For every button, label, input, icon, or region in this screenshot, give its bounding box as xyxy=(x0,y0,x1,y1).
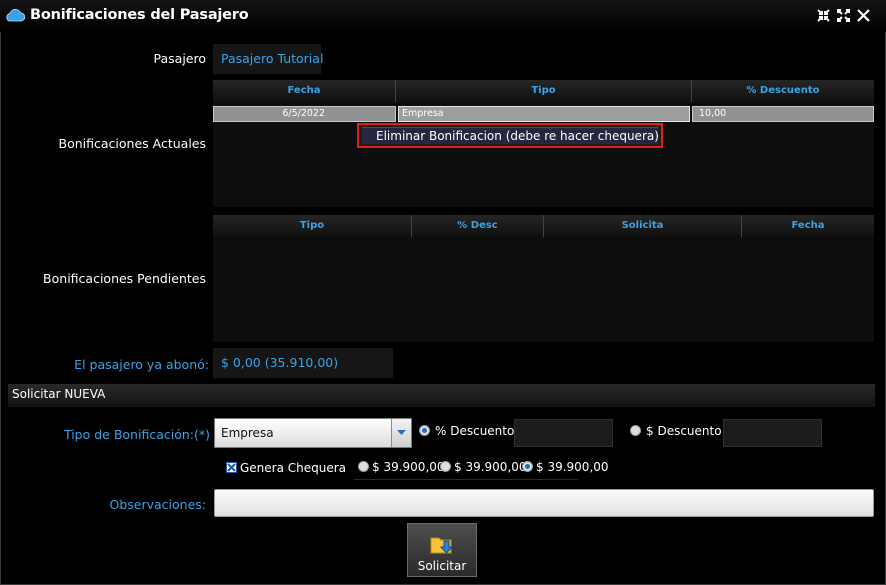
cell-descuento[interactable]: 10,00 xyxy=(692,106,874,122)
submit-button[interactable]: Solicitar xyxy=(407,523,477,577)
column-header-solicita[interactable]: Solicita xyxy=(544,215,742,237)
current-bonuses-label: Bonificaciones Actuales xyxy=(58,136,206,151)
maximize-icon[interactable] xyxy=(836,8,851,23)
window-title: Bonificaciones del Pasajero xyxy=(30,7,249,23)
column-header-fecha[interactable]: Fecha xyxy=(742,215,874,237)
passenger-value: Pasajero Tutorial xyxy=(213,44,323,74)
column-header-tipo[interactable]: Tipo xyxy=(396,80,692,102)
bonus-type-label: Tipo de Bonificación:(*) xyxy=(63,427,210,442)
amount-discount-radio[interactable] xyxy=(630,425,641,436)
pct-discount-radio[interactable] xyxy=(419,425,430,436)
section-header-new-request: Solicitar NUEVA xyxy=(8,384,875,407)
chevron-down-icon xyxy=(397,430,406,435)
cell-tipo[interactable]: Empresa xyxy=(398,106,690,122)
price-option-radio-3[interactable] xyxy=(522,461,533,472)
cell-fecha[interactable]: 6/5/2022 xyxy=(213,106,396,122)
observations-label: Observaciones: xyxy=(109,497,206,512)
amount-discount-input[interactable] xyxy=(723,419,822,447)
check-icon xyxy=(227,463,236,472)
paid-label: El pasajero ya abonó: xyxy=(74,357,209,372)
price-option-label-3: $ 39.900,00 xyxy=(536,460,609,474)
column-header-fecha[interactable]: Fecha xyxy=(213,80,396,102)
paid-value: $ 0,00 (35.910,00) xyxy=(213,348,393,378)
observations-input[interactable] xyxy=(214,489,874,517)
bonus-type-select[interactable]: Empresa xyxy=(214,418,412,448)
amount-discount-label: $ Descuento xyxy=(646,424,722,438)
price-option-radio-2[interactable] xyxy=(440,461,451,472)
column-header-tipo[interactable]: Tipo xyxy=(213,215,412,237)
bonus-type-value: Empresa xyxy=(221,426,274,440)
column-header-desc[interactable]: % Desc xyxy=(412,215,544,237)
column-header-descuento[interactable]: % Descuento xyxy=(692,80,874,102)
pending-bonuses-label: Bonificaciones Pendientes xyxy=(43,271,206,286)
dropdown-button[interactable] xyxy=(391,419,411,447)
passenger-label: Pasajero xyxy=(153,51,206,66)
pct-discount-input[interactable] xyxy=(514,419,613,447)
minimize-icon[interactable] xyxy=(816,8,831,23)
folder-arrow-icon xyxy=(430,537,454,554)
price-option-radio-1[interactable] xyxy=(358,461,369,472)
generate-checkbook-checkbox[interactable] xyxy=(226,462,237,473)
cloud-icon xyxy=(6,9,25,22)
submit-label: Solicitar xyxy=(417,559,467,573)
context-menu: Eliminar Bonificacion (debe re hacer che… xyxy=(357,123,663,148)
price-option-label-1: $ 39.900,00 xyxy=(372,460,445,474)
pct-discount-label: % Descuento xyxy=(435,424,515,438)
price-option-label-2: $ 39.900,00 xyxy=(454,460,527,474)
close-icon[interactable] xyxy=(856,8,871,23)
generate-checkbook-label: Genera Chequera xyxy=(240,461,347,475)
menu-item-delete-bonus[interactable]: Eliminar Bonificacion (debe re hacer che… xyxy=(362,127,659,144)
pending-bonuses-grid: Tipo % Desc Solicita Fecha xyxy=(213,215,874,342)
